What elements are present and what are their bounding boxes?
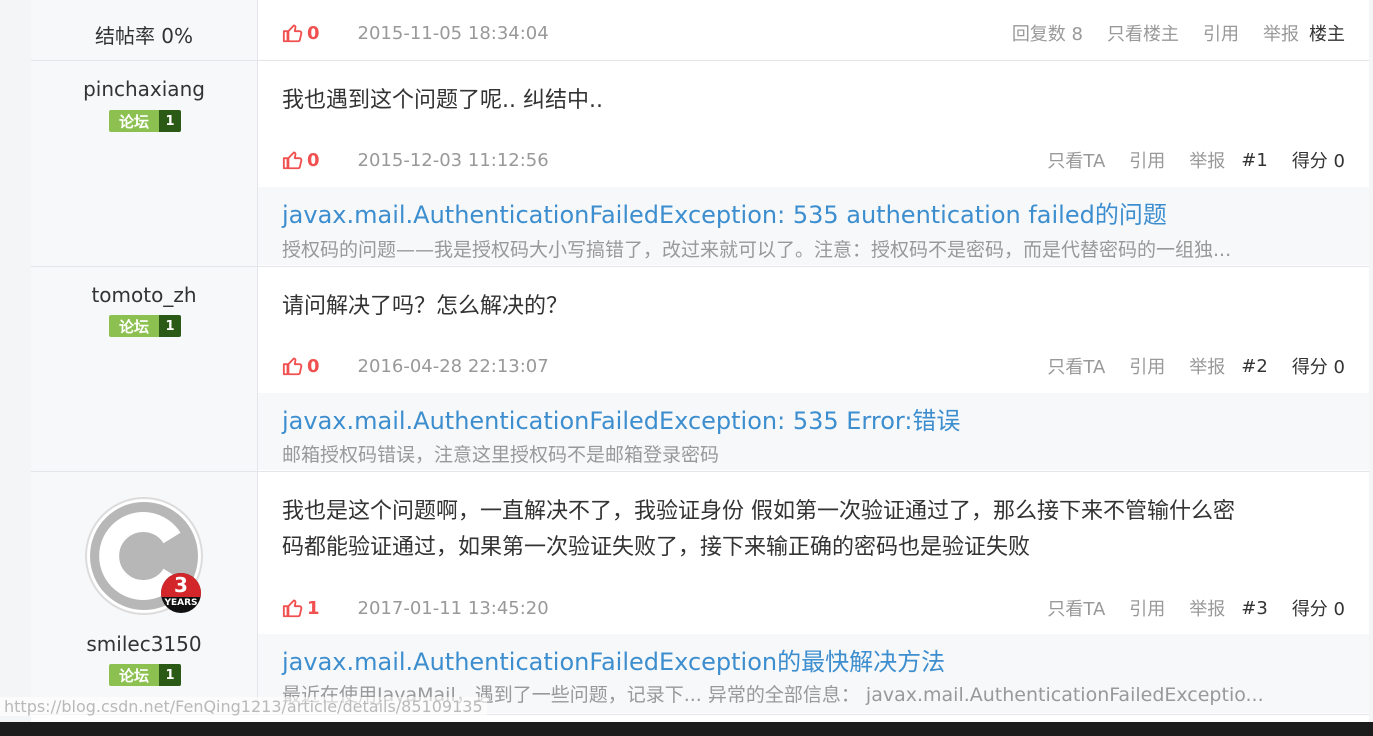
username[interactable]: tomoto_zh xyxy=(31,283,257,307)
related-article[interactable]: javax.mail.AuthenticationFailedException… xyxy=(258,393,1369,470)
years-badge-icon: 3 YEARS xyxy=(161,573,201,613)
post-meta: 0 2016-04-28 22:13:07 只看TA 引用 举报 #2 得分 0 xyxy=(282,351,1345,381)
related-article-title[interactable]: javax.mail.AuthenticationFailedException… xyxy=(282,195,1167,230)
thumbs-up-icon xyxy=(282,151,303,170)
badge-level: 1 xyxy=(159,110,181,132)
reply-content-line: 我也是这个问题啊，一直解决不了，我验证身份 假如第一次验证通过了，那么接下来不管… xyxy=(282,499,1235,524)
badge-level: 1 xyxy=(159,315,181,337)
like-count: 0 xyxy=(307,149,320,171)
reply-content: 我也遇到这个问题了呢.. 纠结中.. xyxy=(282,83,603,119)
post-timestamp: 2015-12-03 11:12:56 xyxy=(357,149,549,171)
post-actions: 只看TA 引用 举报 #3 得分 0 xyxy=(1023,595,1345,621)
reply-count[interactable]: 回复数 8 xyxy=(1012,20,1083,46)
only-ta-link[interactable]: 只看TA xyxy=(1047,147,1105,173)
related-article-title[interactable]: javax.mail.AuthenticationFailedException… xyxy=(282,642,945,677)
badge-label: 论坛 xyxy=(109,664,159,686)
post-meta: 0 2015-11-05 18:34:04 回复数 8 只看楼主 引用 举报 楼… xyxy=(282,18,1345,48)
badge-level: 1 xyxy=(159,664,181,686)
status-bar-url: https://blog.csdn.net/FenQing1213/articl… xyxy=(0,697,487,716)
score-label: 得分 0 xyxy=(1291,151,1345,172)
reply-content-line: 码都能验证通过，如果第一次验证失败了，接下来输正确的密码也是验证失败 xyxy=(282,535,1031,560)
thumbs-up-icon xyxy=(282,357,303,376)
reply-item: tomoto_zh 论坛 1 请问解决了吗？怎么解决的？ 0 2016-04-2… xyxy=(31,267,1369,472)
reply-user-panel: tomoto_zh 论坛 1 xyxy=(31,267,258,471)
badge-label: 论坛 xyxy=(109,110,159,132)
report-link[interactable]: 举报 xyxy=(1189,595,1225,621)
only-ta-link[interactable]: 只看TA xyxy=(1047,353,1105,379)
floor-label: 楼主 xyxy=(1309,24,1345,45)
thumbs-up-icon xyxy=(282,599,303,618)
reply-content: 我也是这个问题啊，一直解决不了，我验证身份 假如第一次验证通过了，那么接下来不管… xyxy=(282,494,1235,566)
post-timestamp: 2016-04-28 22:13:07 xyxy=(357,355,549,377)
reply-list: 结帖率 0% 0 2015-11-05 18:34:04 回复数 8 只看楼主 … xyxy=(31,0,1369,736)
forum-level-badge: 论坛 1 xyxy=(109,664,181,686)
post-actions: 回复数 8 只看楼主 引用 举报 楼主 xyxy=(988,20,1345,46)
reply-content-line: 请问解决了吗？怎么解决的？ xyxy=(282,294,569,319)
thread-meta-left: 结帖率 0% xyxy=(31,0,258,60)
reply-item: 3 YEARS smilec3150 论坛 1 我也是这个问题啊，一直解决不了，… xyxy=(31,472,1369,715)
floor-number: #1 xyxy=(1241,149,1268,171)
forum-level-badge: 论坛 1 xyxy=(109,110,181,132)
thread-meta-row: 结帖率 0% 0 2015-11-05 18:34:04 回复数 8 只看楼主 … xyxy=(31,0,1369,61)
floor-number: #2 xyxy=(1241,355,1268,377)
related-article-desc: 授权码的问题——我是授权码大小写搞错了，改过来就可以了。注意：授权码不是密码，而… xyxy=(282,239,1232,261)
years-number: 3 xyxy=(174,573,188,597)
reply-item: pinchaxiang 论坛 1 我也遇到这个问题了呢.. 纠结中.. 0 20… xyxy=(31,61,1369,267)
score-label: 得分 0 xyxy=(1291,599,1345,620)
reply-body: 请问解决了吗？怎么解决的？ 0 2016-04-28 22:13:07 只看TA… xyxy=(258,267,1369,471)
reply-user-panel: 3 YEARS smilec3150 论坛 1 xyxy=(31,472,258,714)
reply-content: 请问解决了吗？怎么解决的？ xyxy=(282,289,568,325)
post-timestamp: 2017-01-11 13:45:20 xyxy=(357,597,549,619)
report-link[interactable]: 举报 xyxy=(1189,353,1225,379)
post-meta: 1 2017-01-11 13:45:20 只看TA 引用 举报 #3 得分 0 xyxy=(282,593,1345,623)
quote-link[interactable]: 引用 xyxy=(1129,147,1165,173)
related-article-desc: 邮箱授权码错误，注意这里授权码不是邮箱登录密码 xyxy=(282,444,720,466)
avatar[interactable]: 3 YEARS xyxy=(84,496,204,616)
reply-user-panel: pinchaxiang 论坛 1 xyxy=(31,61,258,266)
like-count: 0 xyxy=(307,22,320,44)
related-article-title[interactable]: javax.mail.AuthenticationFailedException… xyxy=(282,401,960,436)
post-meta: 0 2015-12-03 11:12:56 只看TA 引用 举报 #1 得分 0 xyxy=(282,145,1345,175)
forum-level-badge: 论坛 1 xyxy=(109,315,181,337)
like-button[interactable]: 0 xyxy=(282,355,320,377)
quote-link[interactable]: 引用 xyxy=(1129,353,1165,379)
badge-label: 论坛 xyxy=(109,315,159,337)
username[interactable]: pinchaxiang xyxy=(31,77,257,101)
finish-rate: 结帖率 0% xyxy=(94,24,194,48)
reply-body: 我也是这个问题啊，一直解决不了，我验证身份 假如第一次验证通过了，那么接下来不管… xyxy=(258,472,1369,714)
post-actions: 只看TA 引用 举报 #2 得分 0 xyxy=(1023,353,1345,379)
taskbar xyxy=(0,722,1373,736)
quote-link[interactable]: 引用 xyxy=(1203,20,1239,46)
reply-content-line: 我也遇到这个问题了呢.. 纠结中.. xyxy=(282,88,603,113)
post-timestamp: 2015-11-05 18:34:04 xyxy=(357,22,549,44)
thumbs-up-icon xyxy=(282,24,303,43)
username[interactable]: smilec3150 xyxy=(31,632,257,656)
like-button[interactable]: 0 xyxy=(282,149,320,171)
thread-meta-right: 0 2015-11-05 18:34:04 回复数 8 只看楼主 引用 举报 楼… xyxy=(258,0,1369,60)
like-count: 1 xyxy=(307,597,320,619)
only-ta-link[interactable]: 只看TA xyxy=(1047,595,1105,621)
quote-link[interactable]: 引用 xyxy=(1129,595,1165,621)
post-actions: 只看TA 引用 举报 #1 得分 0 xyxy=(1023,147,1345,173)
score-label: 得分 0 xyxy=(1291,357,1345,378)
report-link[interactable]: 举报 xyxy=(1189,147,1225,173)
years-label: YEARS xyxy=(164,598,198,608)
related-article[interactable]: javax.mail.AuthenticationFailedException… xyxy=(258,187,1369,265)
reply-body: 我也遇到这个问题了呢.. 纠结中.. 0 2015-12-03 11:12:56… xyxy=(258,61,1369,266)
like-button[interactable]: 1 xyxy=(282,597,320,619)
like-count: 0 xyxy=(307,355,320,377)
floor-number: #3 xyxy=(1241,597,1268,619)
only-op-link[interactable]: 只看楼主 xyxy=(1107,20,1179,46)
like-button[interactable]: 0 xyxy=(282,22,320,44)
report-link[interactable]: 举报 xyxy=(1263,20,1299,46)
